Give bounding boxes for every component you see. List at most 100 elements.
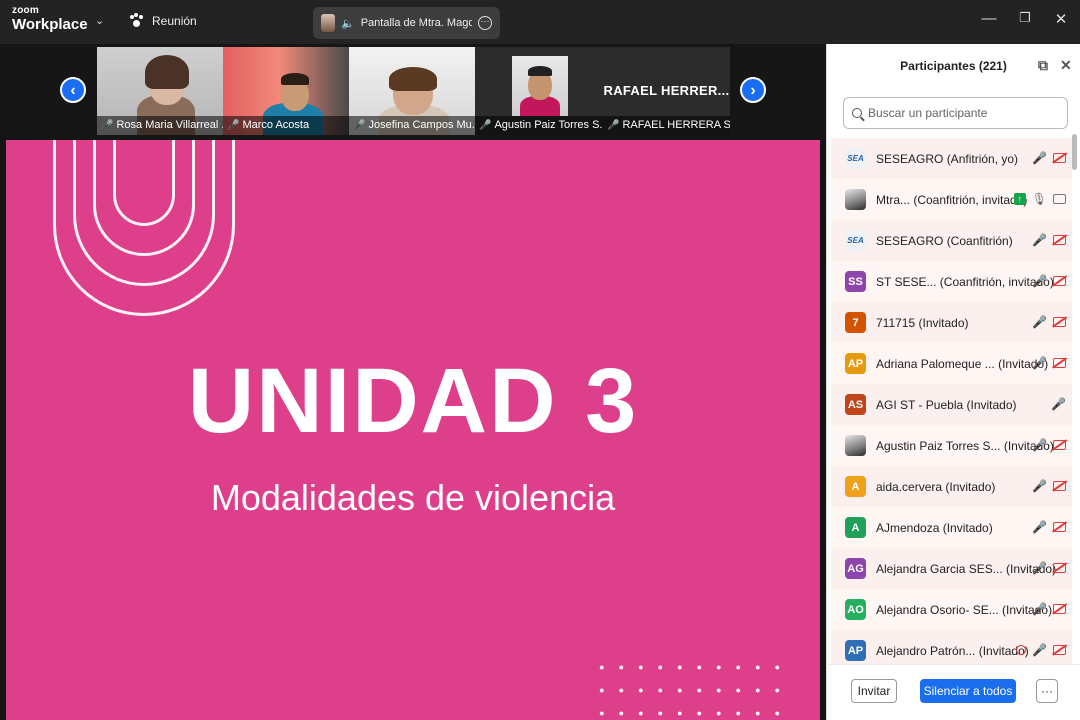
participant-status-icons: 🎤 <box>1032 561 1066 575</box>
participant-name: 711715 (Invitado) <box>876 315 969 330</box>
participant-status-icons: 🎤 <box>1032 602 1066 616</box>
camera-off-icon[interactable] <box>1053 563 1066 573</box>
participant-avatar: AO <box>845 599 866 620</box>
participant-row[interactable]: AP Alejandro Patrón... (Invitado) 🎤 <box>831 630 1072 668</box>
mic-muted-icon[interactable]: 🎤 <box>1051 397 1066 411</box>
video-tile[interactable]: 🎤 Agustin Paiz Torres S... <box>475 47 603 135</box>
participant-status-icons: 🎤 <box>1032 520 1066 534</box>
camera-off-icon[interactable] <box>1053 604 1066 614</box>
camera-off-icon[interactable] <box>1053 481 1066 491</box>
participant-avatar: A <box>845 476 866 497</box>
participant-row[interactable]: SEA SESEAGRO (Coanfitrión) 🎤 <box>831 220 1072 261</box>
mic-muted-icon[interactable]: 🎤 <box>1032 643 1047 657</box>
prev-page-button[interactable]: ‹ <box>60 77 86 103</box>
restore-button[interactable]: ❐ <box>1014 10 1036 26</box>
search-input[interactable] <box>868 106 1058 120</box>
camera-on-icon[interactable] <box>1053 194 1066 204</box>
participant-name: AGI ST - Puebla (Invitado) <box>876 397 1017 412</box>
participants-header: Participantes (221) ⧉ ✕ <box>827 44 1080 88</box>
presentation-slide: UNIDAD 3 Modalidades de violencia <box>6 140 820 720</box>
participant-name: AJmendoza (Invitado) <box>876 520 993 535</box>
brand-small: zoom <box>12 5 39 16</box>
participant-row[interactable]: AO Alejandra Osorio- SE... (Invitado) 🎤 <box>831 589 1072 630</box>
meeting-menu[interactable]: Reunión <box>128 13 197 29</box>
tile-name: Josefina Campos Mu... <box>368 119 475 131</box>
participant-row[interactable]: AG Alejandra Garcia SES... (Invitado) 🎤 <box>831 548 1072 589</box>
mic-muted-icon[interactable]: 🎤 <box>1032 520 1047 534</box>
mic-on-icon[interactable]: 🎙 <box>1032 192 1047 206</box>
more-button[interactable]: ··· <box>1036 679 1058 703</box>
profile-picture <box>512 56 568 116</box>
participant-status-icons: 🎤 <box>1016 643 1066 657</box>
screen-share-icon: ↑ <box>1013 193 1026 205</box>
participants-panel: Participantes (221) ⧉ ✕ SEA SESEAGRO (Anf… <box>826 44 1080 720</box>
camera-off-icon[interactable] <box>1053 235 1066 245</box>
mute-all-button[interactable]: Silenciar a todos <box>920 679 1016 703</box>
participant-row[interactable]: Aaida.cervera (Invitado) 🎤 <box>831 466 1072 507</box>
participant-row[interactable]: AP Adriana Palomeque ... (Invitado) 🎤 <box>831 343 1072 384</box>
camera-off-icon[interactable] <box>1053 522 1066 532</box>
participant-row[interactable]: AS AGI ST - Puebla (Invitado) 🎤 <box>831 384 1072 425</box>
camera-off-icon[interactable] <box>1053 440 1066 450</box>
mic-muted-icon[interactable]: 🎤 <box>1032 274 1047 288</box>
camera-off-icon[interactable] <box>1053 153 1066 163</box>
participant-name: aida.cervera (Invitado) <box>876 479 996 494</box>
slide-subtitle: Modalidades de violencia <box>210 477 616 518</box>
participant-name: SESEAGRO (Coanfitrión) <box>876 233 1013 248</box>
mic-muted-icon[interactable]: 🎤 <box>1032 356 1047 370</box>
tile-display-name: RAFAEL HERRER... <box>603 83 730 98</box>
participant-row[interactable]: A AJmendoza (Invitado) 🎤 <box>831 507 1072 548</box>
participant-row[interactable]: SS ST SESE... (Coanfitrión, invitado) 🎤 <box>831 261 1072 302</box>
invite-button[interactable]: Invitar <box>851 679 897 703</box>
tile-name: Marco Acosta <box>242 119 310 131</box>
participant-status-icons: 🎤 <box>1032 151 1066 165</box>
participant-status-icons: 🎤 <box>1032 356 1066 370</box>
recording-icon <box>1016 645 1027 655</box>
participant-row[interactable]: SEA SESEAGRO (Anfitrión, yo) 🎤 <box>831 138 1072 179</box>
mic-muted-icon[interactable]: 🎤 <box>1032 602 1047 616</box>
close-panel-icon[interactable]: ✕ <box>1060 57 1072 74</box>
participant-row[interactable]: Agustin Paiz Torres S... (Invitado) 🎤 <box>831 425 1072 466</box>
participant-avatar <box>845 189 866 210</box>
chevron-down-icon[interactable]: ⌄ <box>95 14 104 27</box>
video-tile[interactable]: RAFAEL HERRER... 🎤RAFAEL HERRERA SE... <box>603 47 730 135</box>
participant-row[interactable]: 7 711715 (Invitado) 🎤 <box>831 302 1072 343</box>
participant-list[interactable]: SEA SESEAGRO (Anfitrión, yo) 🎤 Mtra... (Coa… <box>831 138 1072 668</box>
mic-muted-icon[interactable]: 🎤 <box>1032 561 1047 575</box>
video-tile[interactable]: 🎤 Josefina Campos Mu... <box>349 47 475 135</box>
participant-search[interactable] <box>843 97 1068 129</box>
more-options-icon[interactable]: ··· <box>478 16 492 30</box>
participant-status-icons: 🎤 <box>1032 233 1066 247</box>
meeting-label: Reunión <box>152 14 197 28</box>
close-button[interactable]: ✕ <box>1050 10 1072 28</box>
title-bar: zoom Workplace ⌄ Reunión 🔈 Pantalla de M… <box>0 0 1080 44</box>
scrollbar[interactable] <box>1072 134 1077 170</box>
next-page-button[interactable]: › <box>740 77 766 103</box>
screen-share-indicator[interactable]: 🔈 Pantalla de Mtra. Magda Ro ··· <box>313 7 500 39</box>
participant-status-icons: 🎤 <box>1032 274 1066 288</box>
participants-footer: Invitar Silenciar a todos ··· <box>827 664 1080 720</box>
mic-muted-icon[interactable]: 🎤 <box>1032 438 1047 452</box>
participant-avatar: 7 <box>845 312 866 333</box>
video-tile[interactable]: 🎤 Rosa Maria Villarreal ... <box>97 47 223 135</box>
participant-status-icons: 🎤 <box>1032 315 1066 329</box>
video-tile[interactable]: 🎤 Marco Acosta <box>223 47 349 135</box>
mic-muted-icon[interactable]: 🎤 <box>1032 315 1047 329</box>
camera-off-icon[interactable] <box>1053 317 1066 327</box>
mic-muted-icon[interactable]: 🎤 <box>1032 233 1047 247</box>
participant-avatar <box>845 435 866 456</box>
shared-screen: UNIDAD 3 Modalidades de violencia <box>0 138 826 720</box>
mic-muted-icon[interactable]: 🎤 <box>1032 151 1047 165</box>
mic-muted-icon[interactable]: 🎤 <box>1032 479 1047 493</box>
camera-off-icon[interactable] <box>1053 276 1066 286</box>
minimize-button[interactable]: — <box>978 10 1000 27</box>
pop-out-icon[interactable]: ⧉ <box>1038 57 1048 74</box>
mic-muted-icon: 🎤 <box>227 120 240 131</box>
brand-large: Workplace <box>12 16 88 33</box>
camera-off-icon[interactable] <box>1053 358 1066 368</box>
camera-off-icon[interactable] <box>1053 645 1066 655</box>
participant-row[interactable]: Mtra... (Coanfitrión, invitado) ↑ 🎙 <box>831 179 1072 220</box>
participant-status-icons: ↑ 🎙 <box>1013 192 1066 206</box>
tile-name: Rosa Maria Villarreal ... <box>116 119 223 131</box>
participants-title: Participantes (221) <box>900 59 1007 73</box>
